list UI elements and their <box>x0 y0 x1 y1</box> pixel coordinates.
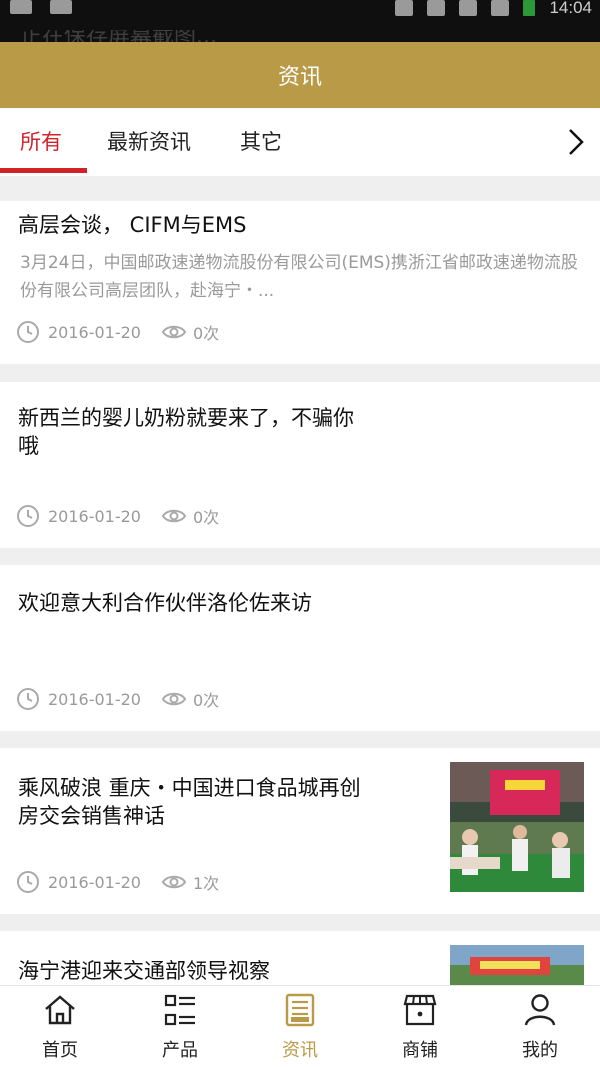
signal-icon <box>459 0 478 16</box>
battery-icon <box>523 0 536 16</box>
news-item[interactable]: 新西兰的婴儿奶粉就要来了，不骗你 哦 2016-01-20 0次 <box>0 382 600 548</box>
clock: 14:04 <box>549 0 592 17</box>
news-title[interactable]: 高层会谈， CIFM与EMS <box>18 211 246 239</box>
user-icon <box>524 994 556 1026</box>
app-bar: 资讯 <box>0 42 600 108</box>
eye-icon <box>161 875 187 889</box>
wifi-icon <box>427 0 446 16</box>
news-title[interactable]: 海宁港迎来交通部领导视察 <box>18 957 270 985</box>
clock-icon <box>17 505 39 527</box>
status-bar: 正在保存屏幕截图... 14:04 <box>0 0 600 42</box>
nav-label: 首页 <box>42 1040 78 1061</box>
news-views: 0次 <box>192 691 220 710</box>
nav-label: 商铺 <box>402 1040 438 1061</box>
news-summary: 3月24日，中国邮政速递物流股份有限公司(EMS)携浙江省邮政速递物流股份有限公… <box>20 253 578 301</box>
active-tab-indicator <box>0 168 87 173</box>
mute-icon <box>395 0 414 16</box>
eye-icon <box>161 509 187 523</box>
news-meta: 2016-01-20 1次 <box>16 869 219 895</box>
nav-news[interactable]: 资讯 <box>240 986 360 1067</box>
news-meta: 2016-01-20 0次 <box>16 686 219 712</box>
nav-label: 我的 <box>522 1040 558 1061</box>
camera-icon <box>10 0 32 14</box>
home-icon <box>45 995 75 1025</box>
news-meta: 2016-01-20 0次 <box>16 503 219 529</box>
menu-icon <box>50 0 72 14</box>
tab-other[interactable]: 其它 <box>240 126 282 156</box>
nav-label: 产品 <box>162 1040 198 1061</box>
news-views: 0次 <box>192 324 220 343</box>
tab-all[interactable]: 所有 <box>20 126 62 156</box>
eye-icon <box>161 692 187 706</box>
news-title-line-2[interactable]: 哦 <box>18 432 39 460</box>
category-tabs: 所有 最新资讯 其它 <box>0 108 600 176</box>
news-icon <box>285 993 315 1027</box>
news-title[interactable]: 欢迎意大利合作伙伴洛伦佐来访 <box>18 589 312 617</box>
bottom-navigation: 首页 产品 资讯 商铺 我的 <box>0 985 600 1067</box>
news-item[interactable]: 高层会谈， CIFM与EMS 3月24日，中国邮政速递物流股份有限公司(EMS)… <box>0 201 600 364</box>
news-item[interactable]: 乘风破浪 重庆・中国进口食品城再创 房交会销售神话 2016-01-20 1次 <box>0 748 600 914</box>
clock-icon <box>17 688 39 710</box>
tab-latest-news[interactable]: 最新资讯 <box>107 126 191 156</box>
news-date: 2016-01-20 <box>48 506 141 526</box>
news-thumbnail[interactable] <box>450 762 584 892</box>
page-title: 资讯 <box>277 65 322 90</box>
nav-home[interactable]: 首页 <box>0 986 120 1067</box>
list-icon <box>164 994 195 1026</box>
news-title-line-2[interactable]: 房交会销售神话 <box>18 802 165 830</box>
shop-icon <box>403 994 437 1026</box>
news-date: 2016-01-20 <box>48 872 141 892</box>
signal-2-icon <box>491 0 510 16</box>
status-bar-left <box>10 0 72 18</box>
news-views: 1次 <box>192 874 220 893</box>
screenshot-notification: 正在保存屏幕截图... <box>20 30 217 42</box>
news-item[interactable]: 海宁港迎来交通部领导视察 <box>0 931 600 991</box>
news-meta: 2016-01-20 0次 <box>16 319 219 345</box>
nav-label: 资讯 <box>282 1040 318 1061</box>
news-item[interactable]: 欢迎意大利合作伙伴洛伦佐来访 2016-01-20 0次 <box>0 565 600 731</box>
clock-icon <box>17 871 39 893</box>
news-date: 2016-01-20 <box>48 689 141 709</box>
news-views: 0次 <box>192 508 220 527</box>
clock-icon <box>17 321 39 343</box>
chevron-right-icon[interactable] <box>564 126 588 158</box>
nav-products[interactable]: 产品 <box>120 986 240 1067</box>
news-date: 2016-01-20 <box>48 322 141 342</box>
eye-icon <box>161 325 187 339</box>
news-title-line-1[interactable]: 新西兰的婴儿奶粉就要来了，不骗你 <box>18 404 354 432</box>
nav-me[interactable]: 我的 <box>480 986 600 1067</box>
news-title-line-1[interactable]: 乘风破浪 重庆・中国进口食品城再创 <box>18 774 361 802</box>
status-bar-right: 14:04 <box>395 0 592 18</box>
nav-shop[interactable]: 商铺 <box>360 986 480 1067</box>
